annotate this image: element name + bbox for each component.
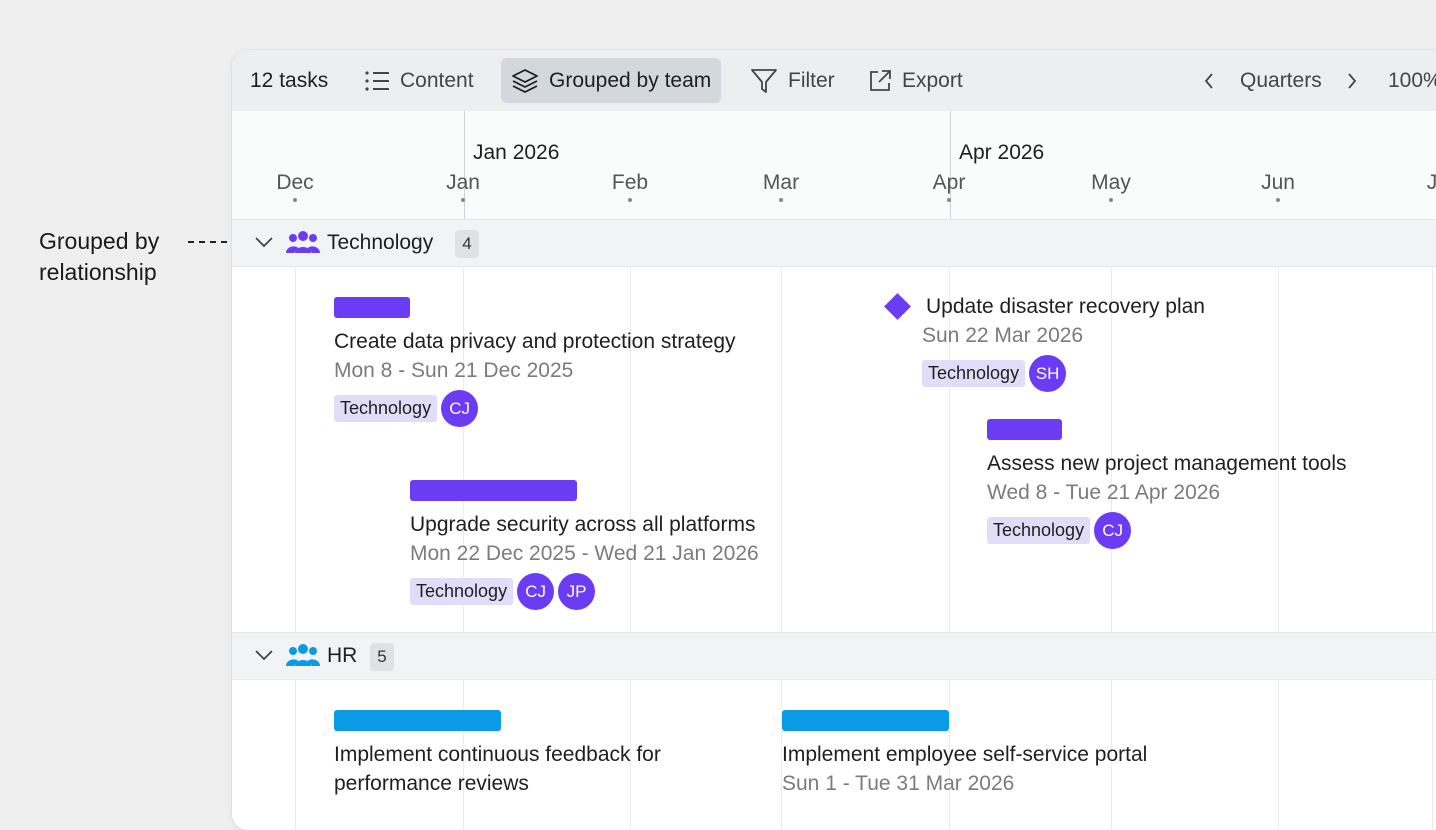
- task-bar[interactable]: [410, 480, 577, 501]
- chevron-down-icon[interactable]: [254, 235, 274, 249]
- month-tick: [947, 198, 951, 202]
- layers-icon: [512, 68, 538, 93]
- team-tag: Technology: [987, 517, 1091, 544]
- task-bar[interactable]: [334, 297, 410, 318]
- task-title: Implement employee self-service portal: [782, 743, 1148, 766]
- task-bar[interactable]: [334, 710, 501, 731]
- task-card[interactable]: Upgrade security across all platforms Mo…: [410, 480, 759, 610]
- grouped-by-team-button[interactable]: Grouped by team: [501, 58, 722, 103]
- content-label: Content: [400, 68, 474, 92]
- gridline: [1432, 219, 1433, 830]
- task-title: Assess new project management tools: [987, 452, 1347, 475]
- month-label: Jun: [1261, 171, 1295, 194]
- annotation-callout: Grouped by relationship: [39, 226, 159, 288]
- month-tick: [293, 198, 297, 202]
- chevron-right-icon: [1348, 72, 1357, 89]
- team-tag: Technology: [334, 395, 438, 422]
- month-tick: [628, 198, 632, 202]
- chevron-down-icon[interactable]: [254, 648, 274, 662]
- annotation-leader-line: [188, 241, 238, 243]
- avatar[interactable]: SH: [1029, 355, 1067, 392]
- task-title: Upgrade security across all platforms: [410, 513, 756, 536]
- group-header-technology[interactable]: Technology 4: [232, 219, 1436, 267]
- quarter-divider: [950, 111, 951, 219]
- previous-period-button[interactable]: [1197, 58, 1221, 103]
- task-title-line-1: Implement continuous feedback for: [334, 743, 661, 766]
- month-label: J: [1426, 171, 1436, 194]
- task-count: 12 tasks: [250, 68, 329, 92]
- grouped-by-team-label: Grouped by team: [549, 68, 712, 92]
- avatar[interactable]: CJ: [517, 573, 555, 610]
- team-tag: Technology: [922, 360, 1026, 387]
- export-label: Export: [902, 68, 963, 92]
- task-dates: Wed 8 - Tue 21 Apr 2026: [987, 481, 1221, 504]
- next-period-button[interactable]: [1340, 58, 1364, 103]
- timeline-header: Jan 2026 Apr 2026 Dec Jan Feb Mar Apr Ma…: [232, 111, 1436, 220]
- month-label: Apr: [932, 171, 966, 194]
- export-button[interactable]: Export: [858, 58, 973, 103]
- group-count-badge: 4: [455, 230, 479, 258]
- month-tick: [461, 198, 465, 202]
- task-title: Create data privacy and protection strat…: [334, 330, 736, 353]
- list-icon: [365, 70, 389, 91]
- team-icon: [286, 231, 320, 253]
- filter-label: Filter: [788, 68, 835, 92]
- task-title-line-2: performance reviews: [334, 772, 529, 795]
- task-card[interactable]: Create data privacy and protection strat…: [334, 297, 736, 427]
- month-tick: [779, 198, 783, 202]
- task-card[interactable]: Implement employee self-service portal S…: [782, 710, 1147, 798]
- avatar[interactable]: CJ: [441, 390, 479, 427]
- month-label: Feb: [611, 171, 649, 194]
- filter-button[interactable]: Filter: [740, 58, 845, 103]
- content-button[interactable]: Content: [354, 58, 484, 103]
- quarter-label: Jan 2026: [473, 141, 560, 164]
- period-selector[interactable]: Quarters: [1230, 58, 1332, 103]
- avatar[interactable]: JP: [558, 573, 596, 610]
- task-dates: Sun 22 Mar 2026: [922, 324, 1084, 347]
- team-icon: [286, 644, 320, 666]
- annotation-line-2: relationship: [39, 259, 157, 285]
- month-label: May: [1091, 171, 1131, 194]
- month-label: Mar: [762, 171, 800, 194]
- quarter-divider: [464, 111, 465, 219]
- task-bar[interactable]: [782, 710, 949, 731]
- month-tick: [1109, 198, 1113, 202]
- team-tag: Technology: [410, 578, 514, 605]
- task-card[interactable]: Assess new project management tools Wed …: [987, 419, 1347, 549]
- avatar[interactable]: CJ: [1094, 512, 1132, 549]
- task-dates: Mon 22 Dec 2025 - Wed 21 Jan 2026: [410, 542, 759, 565]
- group-count-badge: 5: [370, 643, 394, 671]
- quarter-label: Apr 2026: [959, 141, 1045, 164]
- filter-icon: [751, 68, 777, 93]
- group-header-hr[interactable]: HR 5: [232, 632, 1436, 680]
- gridline: [295, 219, 296, 830]
- milestone-diamond-icon[interactable]: [884, 293, 911, 320]
- milestone-card[interactable]: Update disaster recovery plan Sun 22 Mar…: [884, 292, 1205, 392]
- group-name: HR: [327, 644, 358, 667]
- month-label: Dec: [276, 171, 314, 194]
- toolbar: 12 tasks Content Grouped by team Filter: [232, 50, 1436, 112]
- chevron-left-icon: [1204, 72, 1213, 89]
- external-link-icon: [870, 69, 891, 91]
- task-title: Update disaster recovery plan: [926, 295, 1205, 318]
- group-name: Technology: [327, 231, 434, 254]
- task-dates: Sun 1 - Tue 31 Mar 2026: [782, 772, 1015, 795]
- month-label: Jan: [446, 171, 480, 194]
- task-card[interactable]: Implement continuous feedback for perfor…: [334, 710, 661, 798]
- task-bar[interactable]: [987, 419, 1062, 440]
- zoom-level[interactable]: 100%: [1378, 58, 1436, 103]
- gantt-panel: 12 tasks Content Grouped by team Filter: [232, 50, 1436, 830]
- task-dates: Mon 8 - Sun 21 Dec 2025: [334, 359, 574, 382]
- annotation-line-1: Grouped by: [39, 228, 160, 254]
- month-tick: [1276, 198, 1280, 202]
